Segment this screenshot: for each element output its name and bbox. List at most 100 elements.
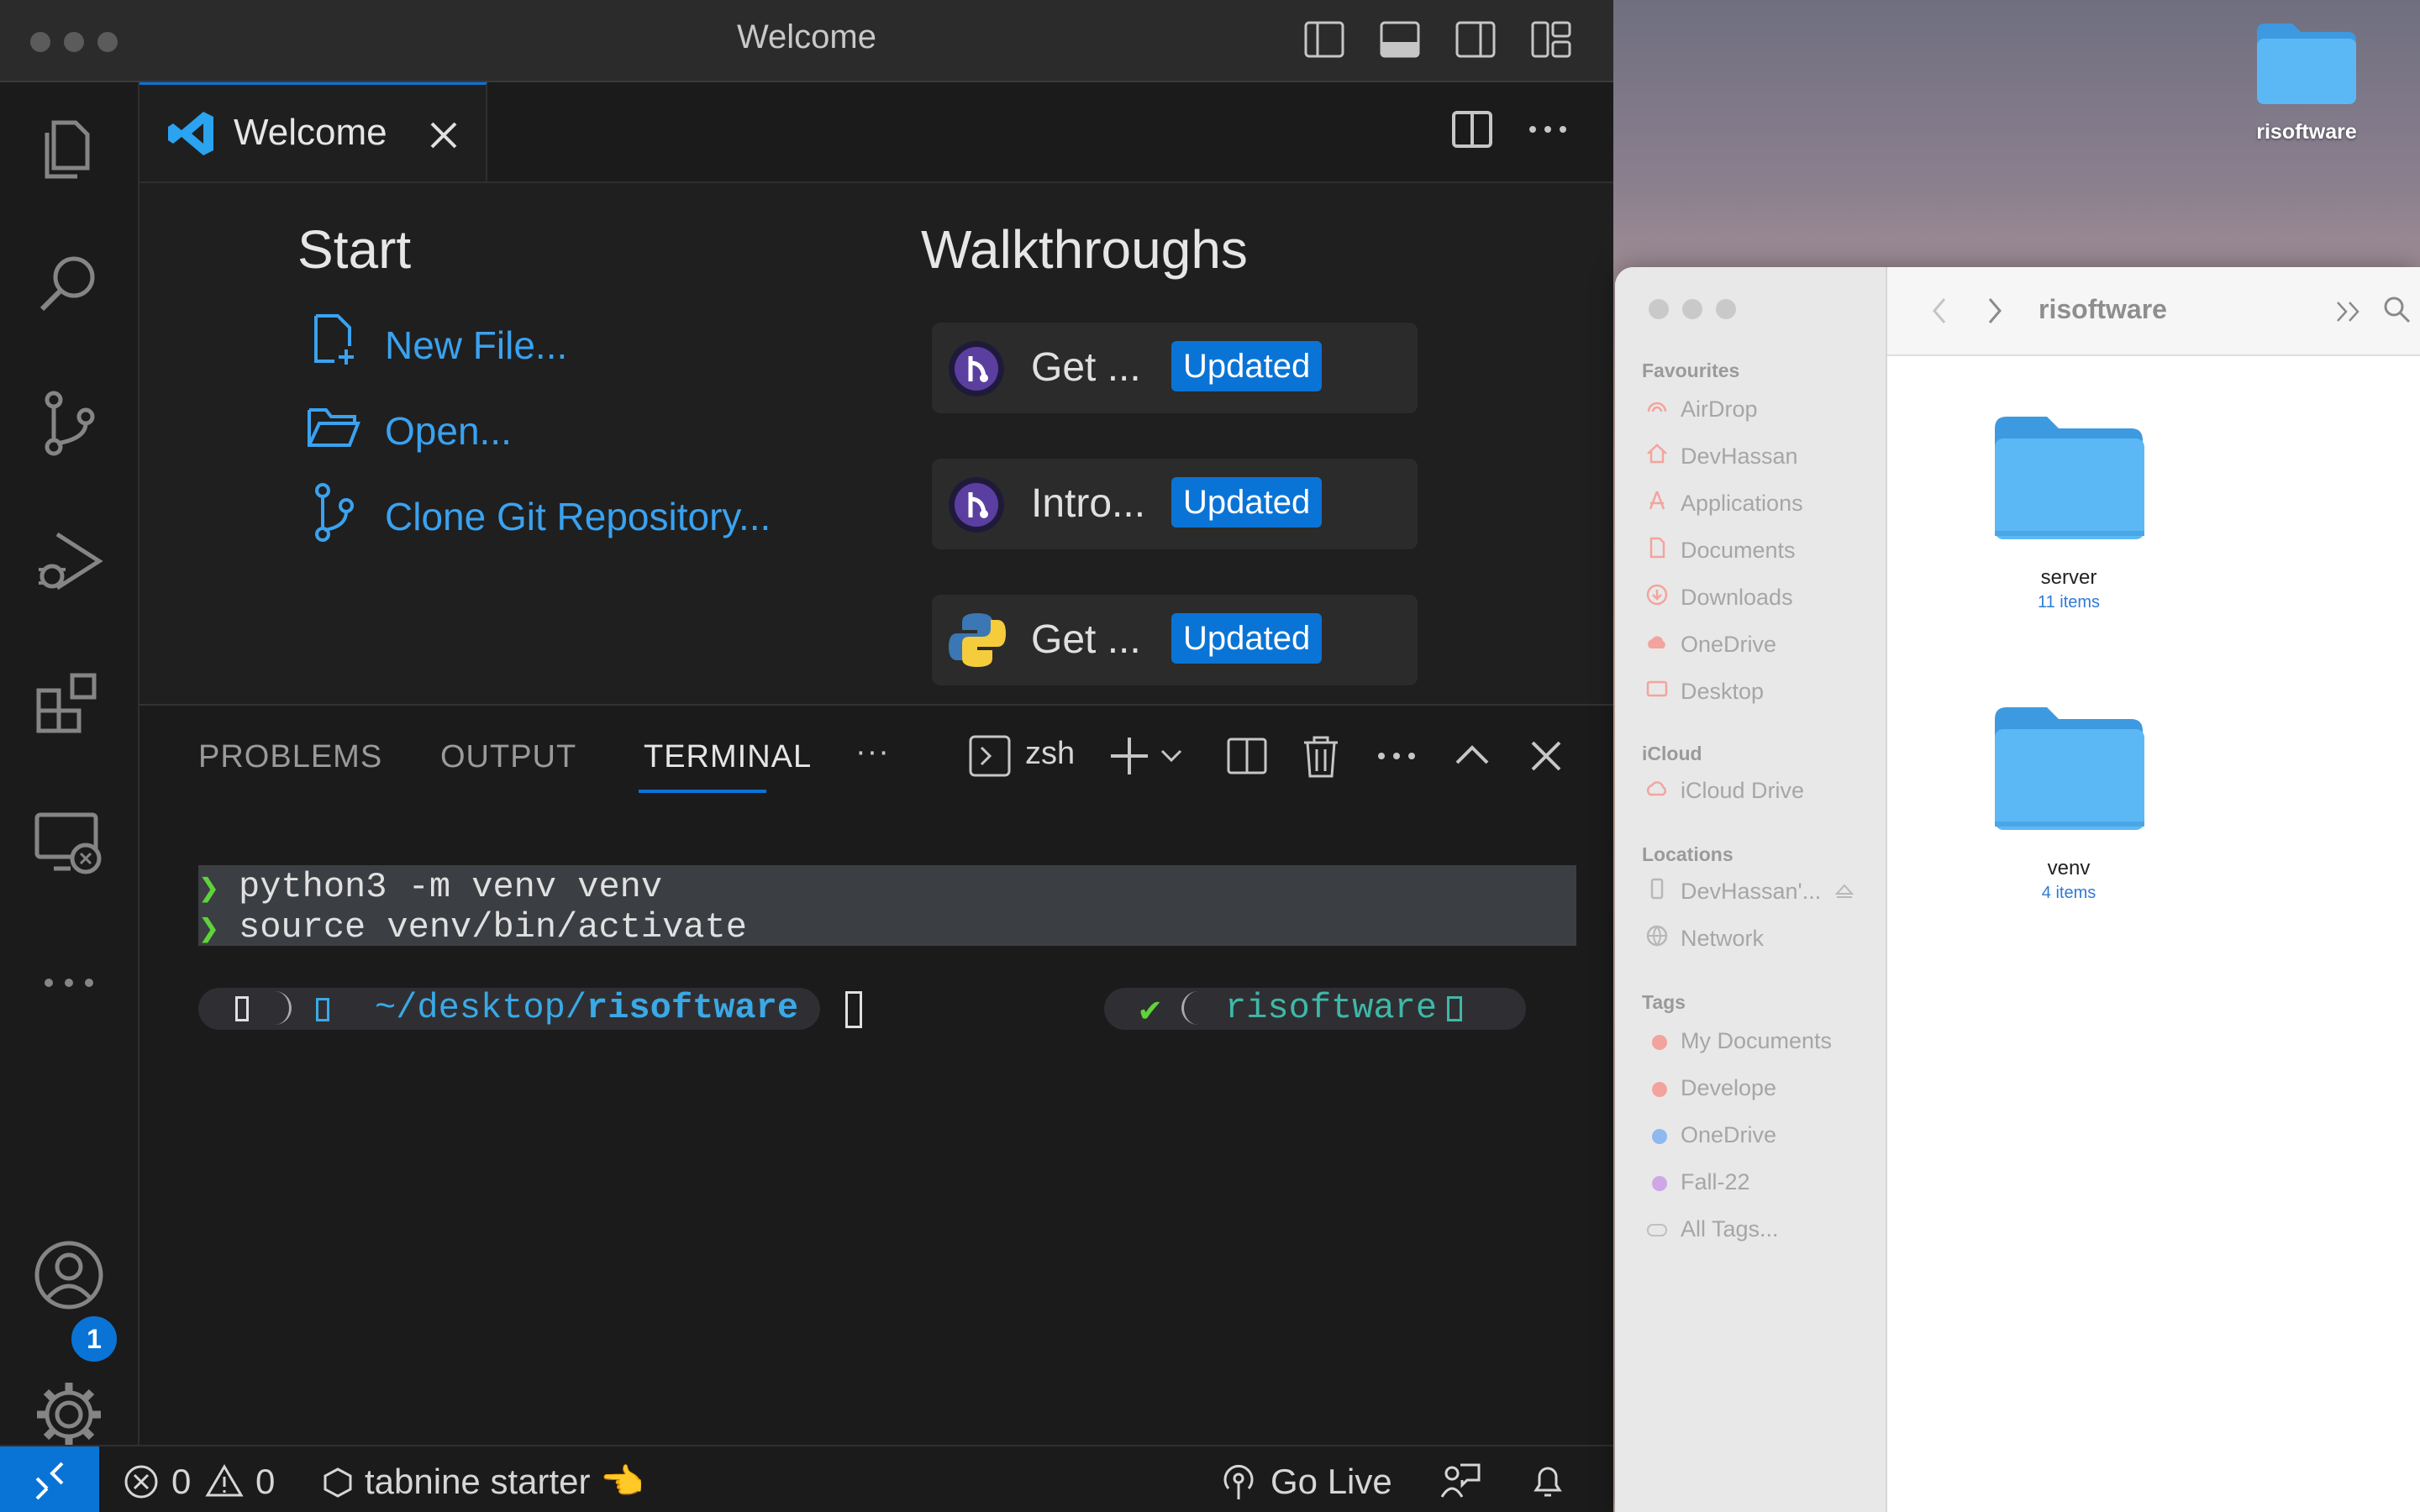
folder-icon bbox=[1995, 417, 2144, 539]
shell-name[interactable]: zsh bbox=[1025, 736, 1075, 772]
airdrop-icon bbox=[1647, 402, 1667, 412]
more-actions-icon[interactable] bbox=[1375, 734, 1418, 778]
finder-minimize-button[interactable] bbox=[1682, 299, 1702, 319]
sidebar-item-documents[interactable]: Documents bbox=[1681, 538, 1796, 564]
chevron-double-right-icon[interactable] bbox=[2334, 299, 2363, 324]
tag-onedrive[interactable]: OneDrive bbox=[1681, 1122, 1776, 1148]
folder-count: 11 items bbox=[2037, 593, 2101, 612]
source-control-icon[interactable] bbox=[29, 383, 109, 464]
eject-icon[interactable] bbox=[1835, 884, 1854, 900]
toggle-panel-icon[interactable] bbox=[1380, 20, 1420, 59]
sidebar-item-applications[interactable]: Applications bbox=[1681, 491, 1803, 517]
bottom-panel: PROBLEMS OUTPUT TERMINAL ··· zsh ❯ pytho… bbox=[139, 704, 1613, 1446]
new-terminal-icon[interactable] bbox=[1107, 734, 1151, 778]
feedback-icon[interactable] bbox=[1440, 1462, 1482, 1502]
walkthrough-card[interactable]: Get ... Updated bbox=[932, 595, 1418, 685]
close-panel-icon[interactable] bbox=[1524, 734, 1568, 778]
remote-icon bbox=[35, 1462, 64, 1500]
walkthrough-card[interactable]: Intro... Updated bbox=[932, 459, 1418, 549]
sidebar-item-device[interactable]: DevHassan'... bbox=[1681, 879, 1821, 905]
error-icon[interactable] bbox=[123, 1463, 160, 1500]
desktop-folder-risoftware[interactable]: risoftware bbox=[2231, 17, 2382, 144]
updated-badge: Updated bbox=[1171, 613, 1323, 664]
panel-more-tabs[interactable]: ··· bbox=[855, 734, 890, 770]
tab-welcome[interactable]: Welcome bbox=[139, 82, 487, 181]
walkthrough-title: Get ... bbox=[1031, 345, 1141, 390]
desktop-icon bbox=[1646, 680, 1668, 697]
tab-problems[interactable]: PROBLEMS bbox=[198, 739, 382, 775]
sidebar-item-airdrop[interactable]: AirDrop bbox=[1681, 396, 1758, 423]
new-file-link[interactable]: New File... bbox=[385, 323, 567, 368]
phone-icon bbox=[1650, 878, 1664, 900]
clone-repo-icon bbox=[315, 483, 354, 542]
go-live-button[interactable]: Go Live bbox=[1270, 1462, 1392, 1502]
back-icon[interactable] bbox=[1929, 296, 1949, 326]
folder-name: venv bbox=[2047, 857, 2091, 879]
open-link[interactable]: Open... bbox=[385, 408, 512, 454]
run-and-debug-icon[interactable] bbox=[29, 521, 109, 601]
broadcast-icon bbox=[1223, 1464, 1254, 1499]
segment-separator bbox=[267, 991, 292, 1025]
desktop-folder-label: risoftware bbox=[2256, 120, 2357, 144]
walkthroughs-heading: Walkthroughs bbox=[921, 219, 1248, 280]
search-icon[interactable] bbox=[29, 244, 109, 324]
tag-all-tags[interactable]: All Tags... bbox=[1681, 1216, 1779, 1242]
cloud-icon bbox=[1648, 636, 1665, 648]
finder-title: risoftware bbox=[2039, 294, 2167, 324]
extensions-icon[interactable] bbox=[29, 660, 109, 741]
tabnine-status[interactable]: tabnine starter 👈 bbox=[365, 1462, 644, 1503]
network-icon bbox=[1646, 925, 1668, 947]
status-bar: 0 0 tabnine starter 👈 Go Live bbox=[0, 1445, 1613, 1512]
remote-indicator[interactable] bbox=[0, 1446, 99, 1512]
section-favourites: Favourites bbox=[1642, 360, 1740, 381]
terminal-line: source venv/bin/activate bbox=[239, 907, 747, 948]
sidebar-item-devhassan[interactable]: DevHassan bbox=[1681, 444, 1798, 470]
sidebar-item-downloads[interactable]: Downloads bbox=[1681, 585, 1793, 611]
walkthrough-card[interactable]: Get ... Updated bbox=[932, 323, 1418, 413]
path-dir: risoftware bbox=[587, 988, 799, 1028]
tag-color-dot bbox=[1652, 1176, 1667, 1191]
customize-layout-icon[interactable] bbox=[1531, 20, 1571, 59]
gear-icon[interactable] bbox=[29, 1374, 109, 1455]
tag-fall-22[interactable]: Fall-22 bbox=[1681, 1169, 1750, 1195]
sidebar-item-desktop[interactable]: Desktop bbox=[1681, 679, 1764, 705]
finder-zoom-button[interactable] bbox=[1716, 299, 1736, 319]
toggle-secondary-sidebar-icon[interactable] bbox=[1455, 20, 1496, 59]
accounts-icon[interactable] bbox=[29, 1235, 109, 1315]
terminal-icon bbox=[969, 735, 1011, 777]
title-bar: Welcome bbox=[0, 0, 1613, 82]
search-icon[interactable] bbox=[2381, 294, 2413, 326]
chevron-down-icon[interactable] bbox=[1160, 746, 1183, 766]
warning-count[interactable]: 0 bbox=[255, 1462, 275, 1502]
warning-icon[interactable] bbox=[205, 1463, 244, 1499]
trash-icon[interactable] bbox=[1299, 732, 1343, 780]
more-actions-icon[interactable] bbox=[1526, 108, 1570, 151]
folder-item-server[interactable]: server 11 items bbox=[1943, 410, 2195, 662]
clone-git-link[interactable]: Clone Git Repository... bbox=[385, 494, 771, 539]
explorer-icon[interactable] bbox=[29, 108, 109, 188]
more-views-icon[interactable] bbox=[29, 942, 109, 1023]
error-count[interactable]: 0 bbox=[171, 1462, 191, 1502]
downloads-icon bbox=[1646, 584, 1668, 606]
tab-terminal[interactable]: TERMINAL bbox=[644, 739, 812, 775]
sidebar-item-icloud-drive[interactable]: iCloud Drive bbox=[1681, 778, 1804, 804]
folder-item-venv[interactable]: venv 4 items bbox=[1943, 701, 2195, 953]
maximize-panel-icon[interactable] bbox=[1450, 734, 1494, 778]
tab-output[interactable]: OUTPUT bbox=[440, 739, 576, 775]
close-icon[interactable] bbox=[429, 120, 459, 150]
toggle-primary-sidebar-icon[interactable] bbox=[1304, 20, 1344, 59]
finder-toolbar: risoftware bbox=[1887, 267, 2420, 356]
remote-explorer-icon[interactable] bbox=[29, 801, 109, 882]
folder-name: server bbox=[2040, 566, 2097, 589]
folder-icon bbox=[2257, 24, 2356, 104]
walkthrough-title: Get ... bbox=[1031, 617, 1141, 662]
sidebar-item-onedrive[interactable]: OneDrive bbox=[1681, 632, 1776, 658]
tag-my-documents[interactable]: My Documents bbox=[1681, 1028, 1832, 1054]
split-editor-icon[interactable] bbox=[1450, 108, 1494, 151]
finder-close-button[interactable] bbox=[1649, 299, 1669, 319]
forward-icon[interactable] bbox=[1985, 296, 2005, 326]
bell-icon[interactable] bbox=[1529, 1462, 1566, 1502]
sidebar-item-network[interactable]: Network bbox=[1681, 926, 1764, 952]
split-terminal-icon[interactable] bbox=[1225, 734, 1269, 778]
tag-develope[interactable]: Develope bbox=[1681, 1075, 1776, 1101]
